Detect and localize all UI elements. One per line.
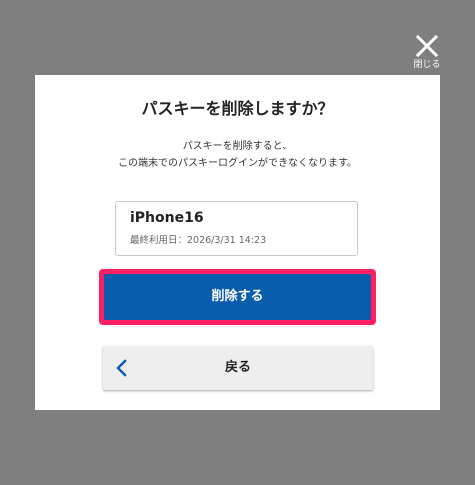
dialog-description: パスキーを削除すると、 この端末でのパスキーログインができなくなります。	[35, 138, 440, 172]
dialog-title: パスキーを削除しますか？	[141, 99, 334, 118]
device-last-used: 最終利用日：2026/3/31 14:23	[130, 235, 267, 246]
close-button[interactable]: 閉じる	[408, 34, 446, 76]
device-card: iPhone16 最終利用日：2026/3/31 14:23	[115, 201, 358, 256]
delete-passkey-dialog: パスキーを削除しますか？ パスキーを削除すると、 この端末でのパスキーログインが…	[35, 75, 440, 410]
close-label: 閉じる	[413, 60, 441, 70]
delete-button[interactable]: 削除する	[104, 274, 371, 320]
description-line-2: この端末でのパスキーログインができなくなります。	[118, 158, 357, 169]
description-line-1: パスキーを削除すると、	[182, 141, 293, 152]
device-name: iPhone16	[130, 210, 204, 226]
back-label: 戻る	[224, 360, 251, 375]
delete-button-highlight: 削除する	[99, 269, 376, 325]
close-icon	[415, 34, 439, 58]
back-button[interactable]: 戻る	[103, 346, 373, 390]
